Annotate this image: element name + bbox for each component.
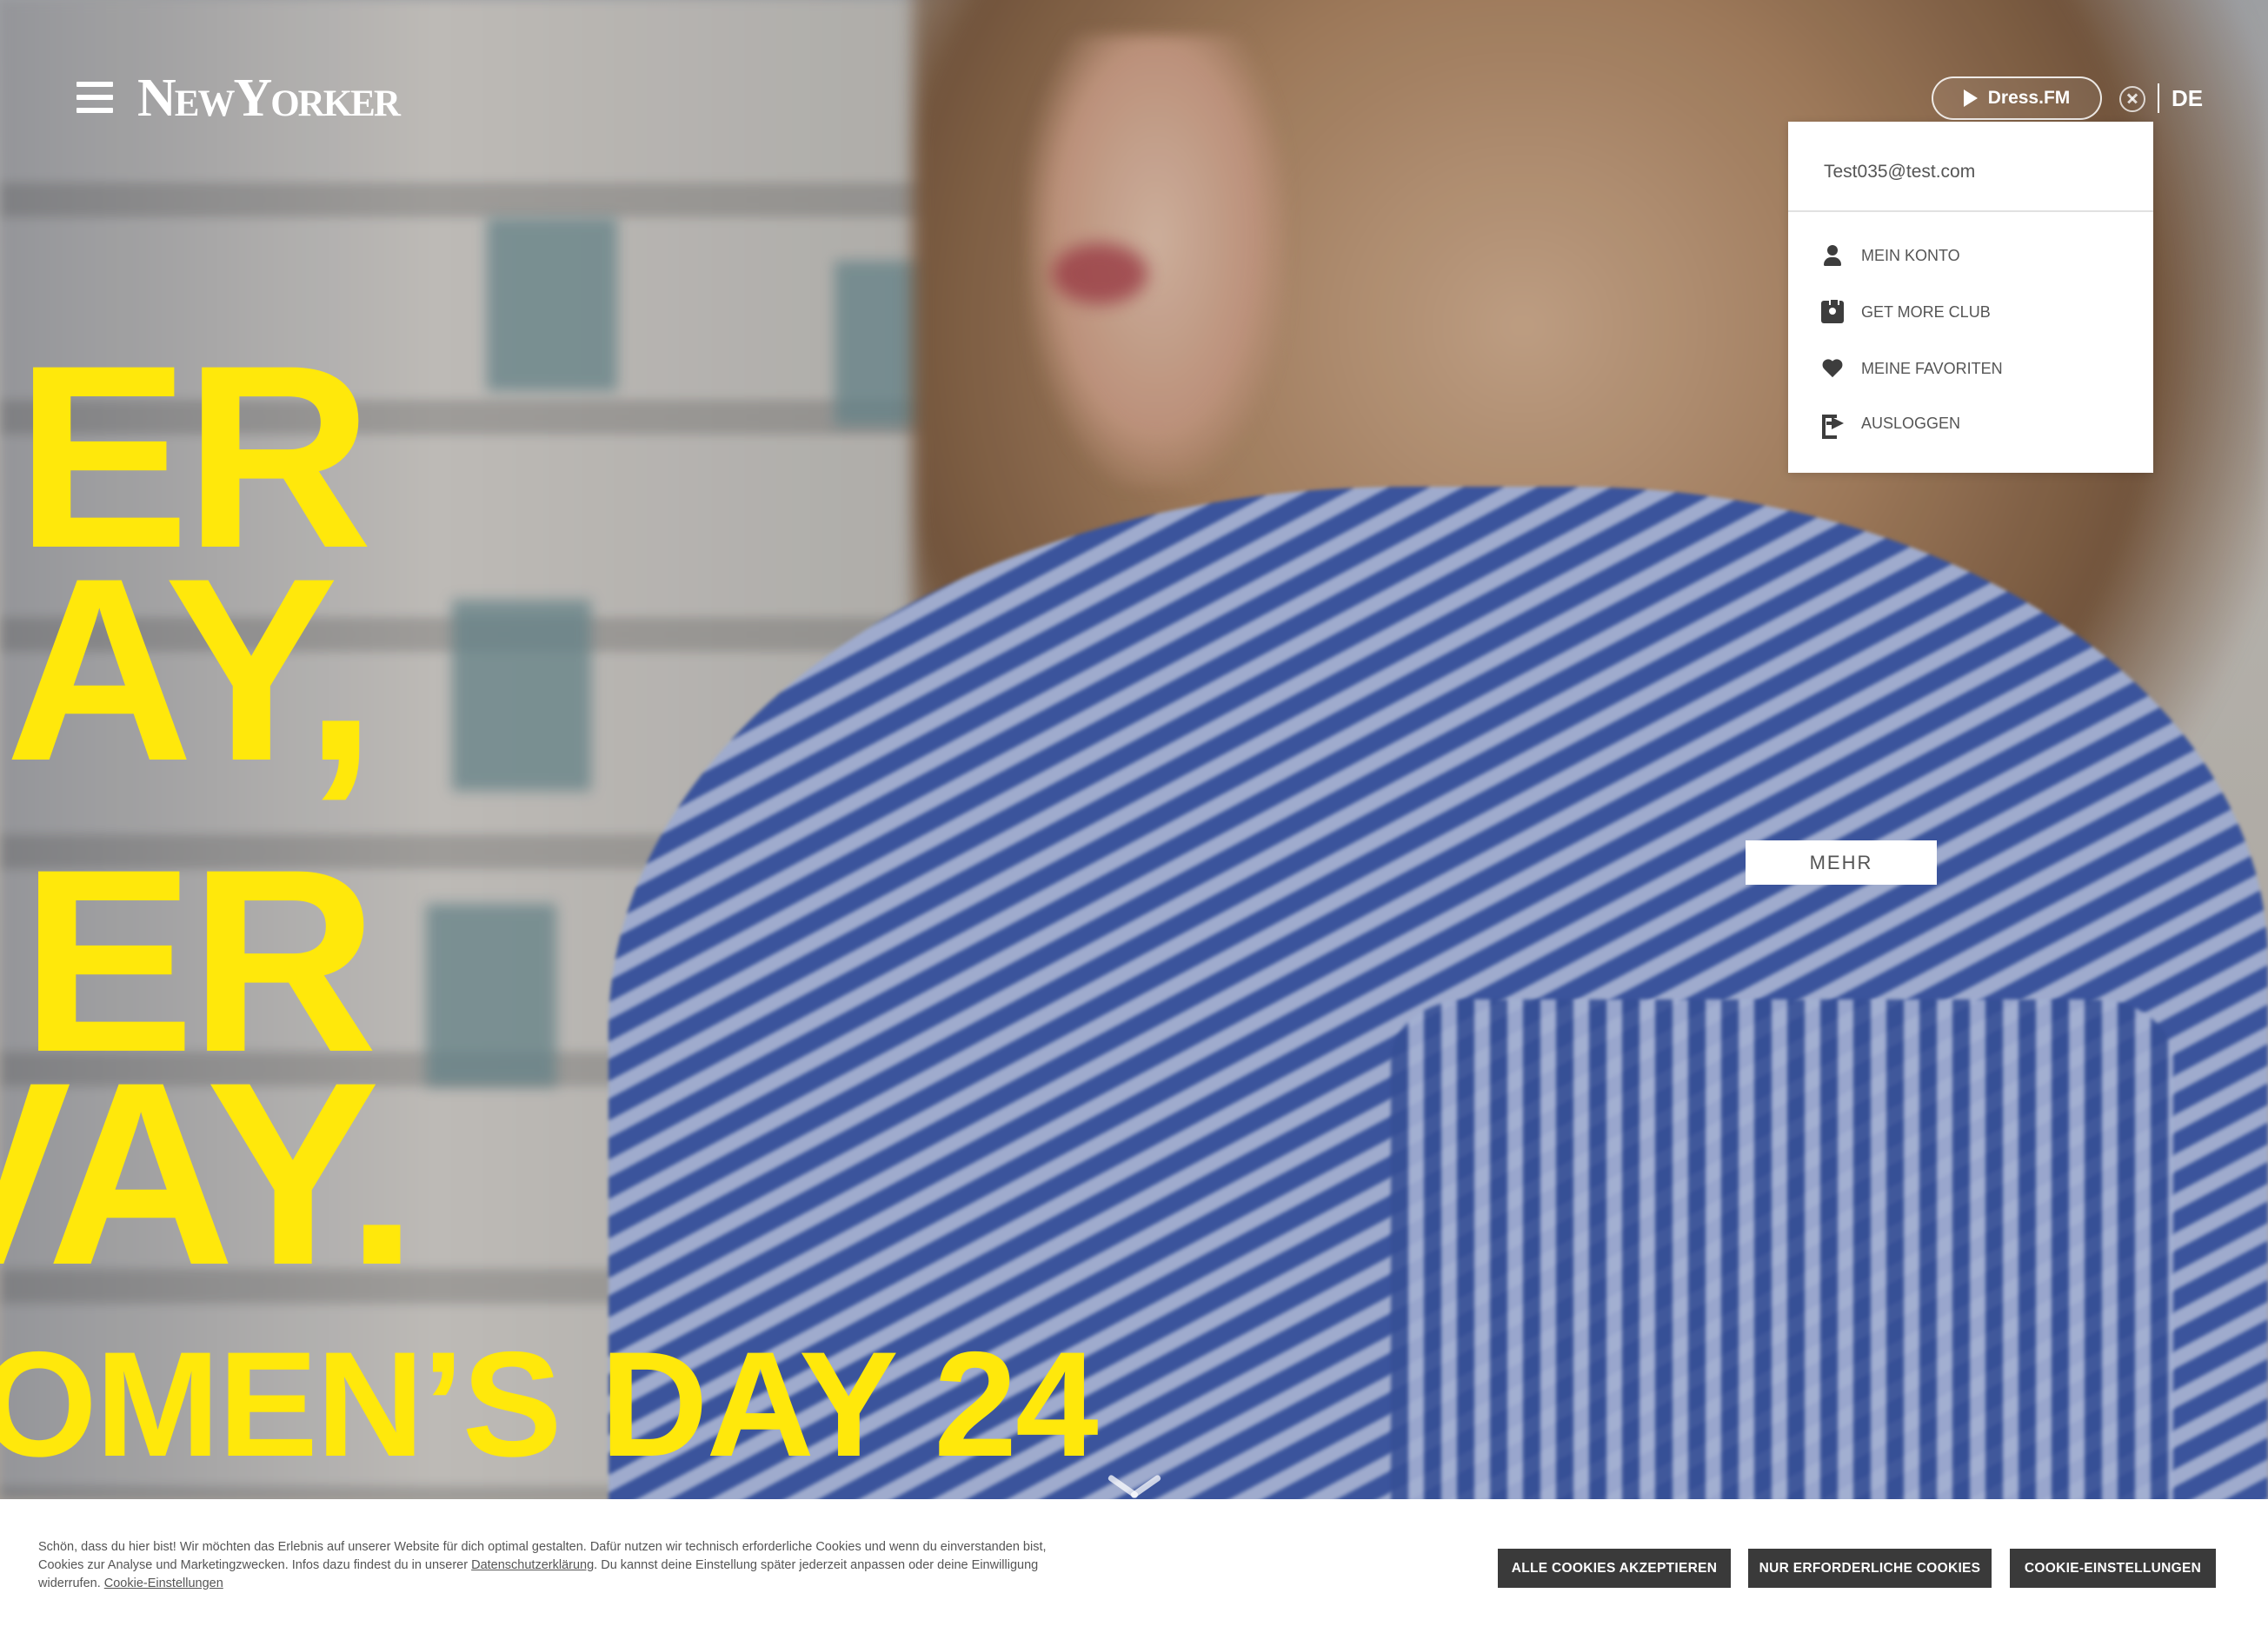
close-menu-icon[interactable] — [2119, 86, 2145, 112]
scroll-down-chevron-icon[interactable] — [1104, 1475, 1165, 1499]
necessary-cookies-button[interactable]: NUR ERFORDERLICHE COOKIES — [1748, 1549, 1992, 1588]
new-yorker-logo[interactable]: NewYorker — [137, 68, 401, 129]
club-card-icon — [1821, 298, 1844, 323]
privacy-policy-link[interactable]: Datenschutzerklärung — [471, 1558, 594, 1572]
user-icon — [1821, 244, 1844, 267]
menu-item-label: GET MORE CLUB — [1861, 302, 1991, 321]
menu-item-meine-favoriten[interactable]: MEINE FAVORITEN — [1821, 357, 2003, 380]
cookie-banner: Schön, dass du hier bist! Wir möchten da… — [0, 1499, 2268, 1633]
account-dropdown: Test035@test.com MEIN KONTO GET MORE CLU… — [1788, 122, 2153, 473]
mehr-button[interactable]: MEHR — [1746, 840, 1937, 885]
header-divider — [2158, 83, 2159, 113]
headline-line: AY, — [5, 523, 376, 815]
hamburger-menu-icon[interactable] — [76, 82, 113, 113]
menu-item-get-more-club[interactable]: GET MORE CLUB — [1821, 298, 1991, 323]
logout-icon — [1821, 412, 1844, 439]
language-selector[interactable]: DE — [2172, 85, 2203, 112]
menu-item-ausloggen[interactable]: AUSLOGGEN — [1821, 412, 1961, 439]
dress-fm-button[interactable]: Dress.FM — [1932, 76, 2102, 120]
hero-headline: ER AY, ER VAY. OMEN’S DAY 24 — [0, 0, 1099, 1499]
headline-subline: OMEN’S DAY 24 — [0, 1321, 1099, 1488]
cookie-text: Schön, dass du hier bist! Wir möchten da… — [38, 1538, 1081, 1593]
cookie-settings-link[interactable]: Cookie-Einstellungen — [104, 1577, 223, 1590]
play-icon — [1963, 90, 1978, 107]
cookie-settings-button[interactable]: COOKIE-EINSTELLUNGEN — [2010, 1549, 2216, 1588]
accept-all-cookies-button[interactable]: ALLE COOKIES AKZEPTIEREN — [1498, 1549, 1731, 1588]
headline-line: VAY. — [0, 1027, 418, 1319]
heart-icon — [1821, 357, 1844, 380]
menu-item-label: AUSLOGGEN — [1861, 414, 1961, 432]
account-email: Test035@test.com — [1788, 122, 2153, 212]
menu-item-mein-konto[interactable]: MEIN KONTO — [1821, 244, 1960, 267]
menu-item-label: MEINE FAVORITEN — [1861, 359, 2003, 377]
dress-fm-label: Dress.FM — [1987, 88, 2071, 108]
menu-item-label: MEIN KONTO — [1861, 246, 1960, 264]
